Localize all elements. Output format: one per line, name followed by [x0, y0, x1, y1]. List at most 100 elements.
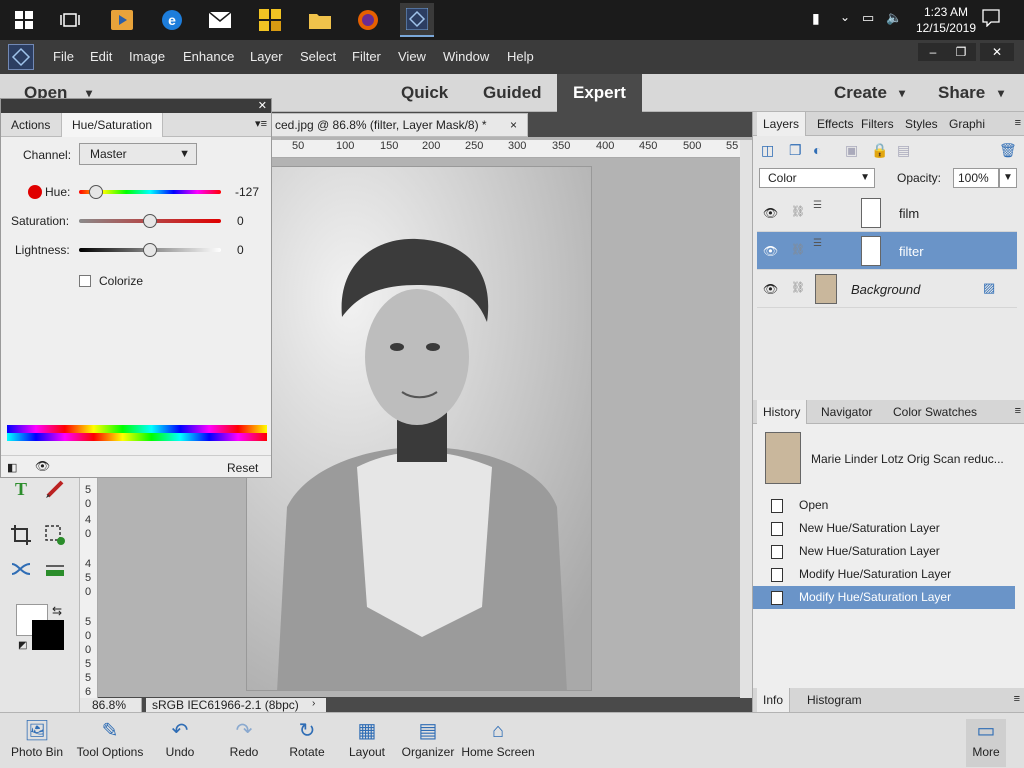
lightness-value[interactable]: 0 [237, 243, 244, 257]
task-view-icon[interactable] [56, 6, 84, 34]
layer-row[interactable]: 👁 ⛓ ☰ film [757, 194, 1017, 232]
notifications-icon[interactable] [982, 9, 1000, 30]
layer-name[interactable]: filter [899, 244, 924, 259]
create-chevron-icon[interactable]: ▾ [899, 74, 905, 112]
photoshop-elements-taskbar-icon[interactable] [400, 3, 434, 37]
home-screen-button[interactable]: ⌂ Home Screen [460, 719, 536, 767]
more-button[interactable]: ▭ More [966, 719, 1006, 767]
tab-navigator[interactable]: Navigator [815, 400, 878, 424]
saturation-slider-knob[interactable] [143, 214, 157, 228]
straighten-tool-icon[interactable] [42, 556, 68, 582]
tab-layers[interactable]: Layers [757, 112, 807, 136]
edge-browser-icon[interactable]: e [158, 6, 186, 34]
network-icon[interactable]: ▭ [862, 10, 874, 26]
panel-titlebar[interactable]: ✕ [1, 99, 271, 113]
layer-mask-icon[interactable]: ▣ [845, 142, 858, 159]
volume-icon[interactable]: 🔈 [886, 10, 902, 26]
clip-to-layer-icon[interactable]: ◧ [7, 461, 17, 474]
panel-menu-icon[interactable]: ≡ [1014, 693, 1020, 705]
tab-info[interactable]: Info [757, 688, 791, 712]
swap-colors-icon[interactable]: ⇆ [52, 604, 62, 618]
share-chevron-icon[interactable]: ▾ [998, 74, 1004, 112]
opacity-input[interactable]: 100% [953, 168, 999, 188]
tab-styles[interactable]: Styles [899, 112, 944, 136]
panel-menu-icon[interactable]: ≡ [1015, 117, 1021, 129]
rotate-button[interactable]: ↻ Rotate [284, 719, 330, 767]
tab-hue-saturation[interactable]: Hue/Saturation [61, 113, 164, 137]
mode-quick-tab[interactable]: Quick [401, 74, 448, 112]
background-layer-thumbnail[interactable] [815, 274, 837, 304]
tool-options-button[interactable]: ✎ Tool Options [72, 719, 148, 767]
menu-filter[interactable]: Filter [352, 49, 381, 64]
create-button[interactable]: Create [834, 74, 887, 112]
menu-file[interactable]: File [53, 49, 74, 64]
history-step[interactable]: Open [753, 494, 1015, 517]
visibility-eye-icon[interactable]: 👁 [35, 459, 50, 473]
layer-name[interactable]: Background [851, 282, 920, 297]
windows-start-icon[interactable] [10, 6, 38, 34]
menu-layer[interactable]: Layer [250, 49, 283, 64]
menu-view[interactable]: View [398, 49, 426, 64]
history-step[interactable]: New Hue/Saturation Layer [753, 517, 1015, 540]
status-expand-chevron-icon[interactable]: › [312, 698, 324, 712]
system-clock[interactable]: 1:23 AM 12/15/2019 [916, 4, 976, 36]
history-step[interactable]: Modify Hue/Saturation Layer [753, 586, 1015, 609]
foreground-color-swatch[interactable] [32, 620, 64, 650]
restore-button[interactable]: ❐ [946, 43, 976, 61]
tab-history[interactable]: History [757, 400, 808, 424]
file-explorer-icon[interactable] [306, 6, 334, 34]
content-aware-move-tool-icon[interactable] [8, 556, 34, 582]
tab-histogram[interactable]: Histogram [801, 688, 868, 712]
lock-all-icon[interactable]: 🔒 [871, 142, 888, 159]
tab-actions[interactable]: Actions [1, 113, 60, 137]
adjustment-layer-icon[interactable]: ◐ [813, 142, 821, 158]
layer-row[interactable]: 👁 ⛓ Background ▨ [757, 270, 1017, 308]
history-step[interactable]: New Hue/Saturation Layer [753, 540, 1015, 563]
organizer-button[interactable]: ▤ Organizer [400, 719, 456, 767]
panel-menu-icon[interactable]: ≡ [1015, 405, 1021, 417]
panel-menu-icon[interactable]: ▾≡ [255, 117, 267, 130]
layer-locked-icon[interactable]: ▨ [983, 280, 995, 296]
layout-button[interactable]: ▦ Layout [346, 719, 388, 767]
menu-edit[interactable]: Edit [90, 49, 112, 64]
hue-value[interactable]: -127 [235, 185, 259, 199]
vertical-scrollbar[interactable] [740, 140, 752, 698]
zoom-readout[interactable]: 86.8% [80, 698, 142, 712]
mode-guided-tab[interactable]: Guided [483, 74, 542, 112]
close-document-icon[interactable]: × [510, 114, 517, 136]
document-photo[interactable] [246, 166, 592, 691]
delete-layer-icon[interactable]: 🗑 [999, 142, 1017, 159]
tab-color-swatches[interactable]: Color Swatches [887, 400, 983, 424]
chevron-up-icon[interactable]: ⌄ [840, 10, 850, 24]
lock-transparency-icon[interactable]: ▤ [897, 142, 910, 159]
new-layer-icon[interactable]: ◫ [761, 142, 774, 159]
channel-select[interactable]: Master ▼ [79, 143, 197, 165]
mode-expert-tab[interactable]: Expert [557, 74, 642, 112]
menu-help[interactable]: Help [507, 49, 534, 64]
document-tab[interactable]: ced.jpg @ 86.8% (filter, Layer Mask/8) *… [270, 113, 528, 137]
opacity-dropdown-chevron-icon[interactable]: ▼ [999, 168, 1017, 188]
layer-link-icon[interactable]: ⛓ [791, 205, 805, 218]
minimize-button[interactable]: – [918, 43, 948, 61]
recompose-tool-icon[interactable] [42, 522, 68, 548]
blend-mode-select[interactable]: Color ▼ [759, 168, 875, 188]
tab-filters[interactable]: Filters [855, 112, 900, 136]
layer-visibility-eye-icon[interactable]: 👁 [763, 282, 778, 296]
mail-icon[interactable] [206, 6, 234, 34]
layer-row[interactable]: 👁 ⛓ ☰ filter [757, 232, 1017, 270]
lightness-slider-knob[interactable] [143, 243, 157, 257]
layer-link-icon[interactable]: ⛓ [791, 281, 805, 294]
layer-visibility-eye-icon[interactable]: 👁 [763, 206, 778, 220]
usb-icon[interactable]: ▮ [812, 10, 820, 27]
layer-visibility-eye-icon[interactable]: 👁 [763, 244, 778, 258]
history-snapshot-thumbnail[interactable] [765, 432, 801, 484]
menu-window[interactable]: Window [443, 49, 489, 64]
type-tool-icon[interactable]: T [8, 476, 34, 502]
saturation-value[interactable]: 0 [237, 214, 244, 228]
menu-enhance[interactable]: Enhance [183, 49, 234, 64]
menu-image[interactable]: Image [129, 49, 165, 64]
menu-select[interactable]: Select [300, 49, 336, 64]
photo-bin-button[interactable]: 🖼 Photo Bin [8, 719, 66, 767]
media-player-icon[interactable] [108, 6, 136, 34]
layer-mask-thumbnail[interactable] [861, 198, 881, 228]
